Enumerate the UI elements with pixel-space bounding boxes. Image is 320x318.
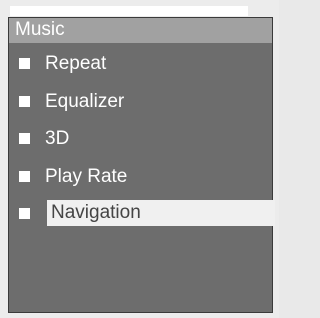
menu-item-label: Repeat [45, 53, 107, 74]
menu-item-play-rate[interactable]: Play Rate [9, 159, 272, 197]
square-bullet-icon [19, 170, 30, 182]
title-bar: Music [9, 18, 272, 43]
menu-item-label: Navigation [47, 200, 275, 226]
menu-item-navigation[interactable]: Navigation [9, 196, 275, 234]
menu-item-repeat[interactable]: Repeat [9, 46, 272, 84]
top-strip [10, 6, 248, 16]
panel-title: Music [15, 19, 65, 40]
screen-frame: Music Repeat Equalizer 3D Play Rate Navi… [0, 0, 279, 318]
menu-item-label: Play Rate [45, 165, 128, 187]
square-bullet-icon [19, 133, 30, 144]
menu-item-3d[interactable]: 3D [9, 121, 272, 159]
square-bullet-icon [19, 58, 30, 69]
menu-item-label: 3D [45, 128, 70, 149]
square-bullet-icon [19, 208, 30, 219]
menu-list: Repeat Equalizer 3D Play Rate Navigation [9, 46, 275, 234]
menu-item-label: Equalizer [45, 90, 125, 112]
music-menu-panel: Music Repeat Equalizer 3D Play Rate Navi… [8, 17, 275, 313]
square-bullet-icon [19, 95, 30, 107]
menu-item-equalizer[interactable]: Equalizer [9, 84, 272, 122]
